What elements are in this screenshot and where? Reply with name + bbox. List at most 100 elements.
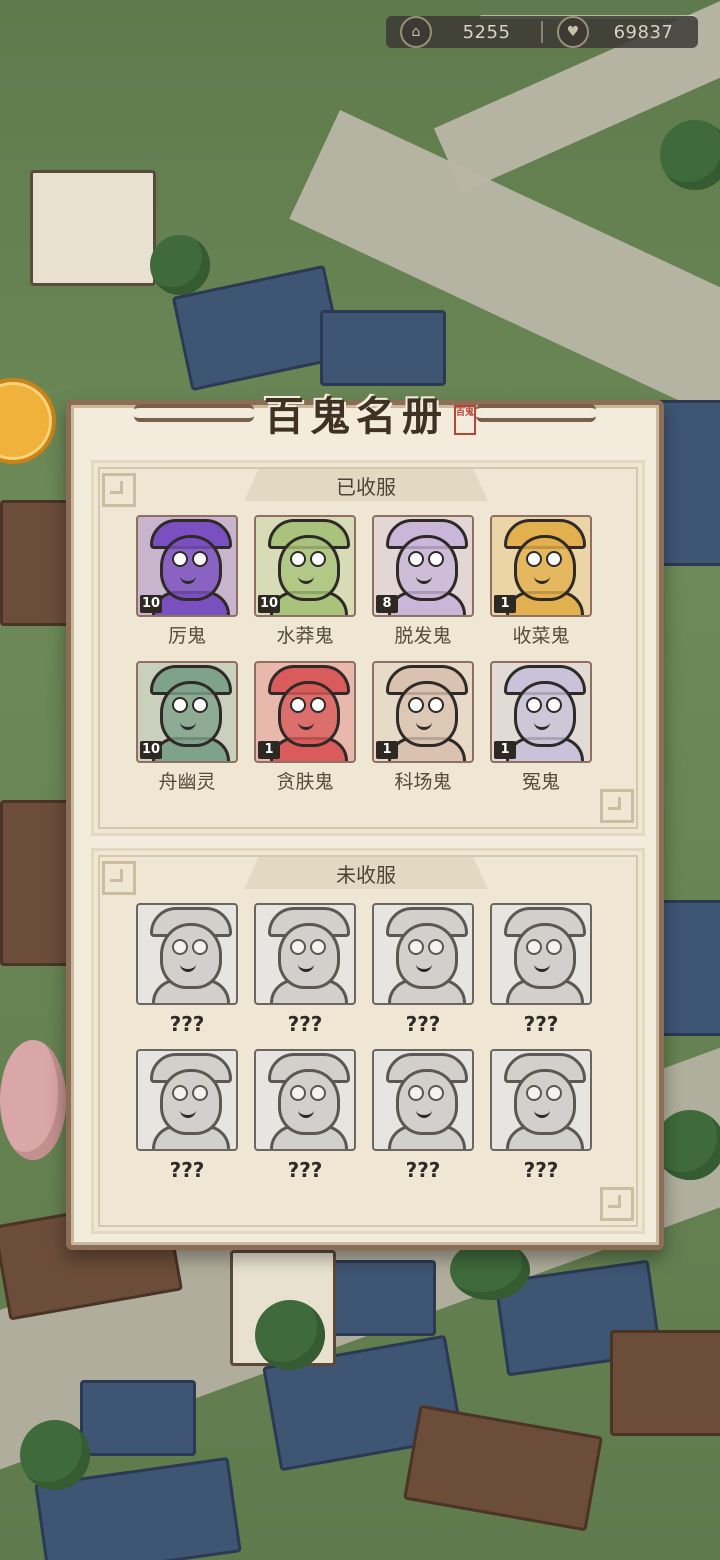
uncollected-section: 未收服 ???????????????????????? [91,848,645,1234]
portrait-eye [526,939,542,955]
ghost-card[interactable]: 10 水莽鬼 [254,515,356,651]
portrait-eye [546,939,562,955]
portrait-eye [172,551,188,567]
portrait-face [278,681,340,747]
cloud-ornament-left [134,404,254,422]
unknown-ghost-name: ??? [405,1012,441,1036]
currency-pavilion[interactable]: ⌂ 5255 [386,16,541,48]
ghost-level-badge: 8 [376,595,398,613]
collected-header: 已收服 [244,469,488,501]
portrait-eye [290,939,306,955]
cloud-ornament-right [476,404,596,422]
building-roof[interactable] [80,1380,196,1456]
ghost-portrait: 10 [254,515,356,617]
ghost-name: 冤鬼 [521,771,560,793]
locked-ghost-portrait [490,1049,592,1151]
portrait-eye [290,1085,306,1101]
portrait-eye [526,697,542,713]
ghost-card[interactable]: 1 收菜鬼 [490,515,592,651]
unknown-ghost-name: ??? [405,1158,441,1182]
portrait-face [278,1069,340,1135]
portrait-eye [408,1085,424,1101]
currency-heart-value: 69837 [613,21,674,43]
currency-heart[interactable]: ♥ 69837 [543,16,698,48]
unknown-ghost-name: ??? [169,1012,205,1036]
uncollected-ghost-card[interactable]: ??? [372,1049,474,1185]
unknown-ghost-name: ??? [287,1012,323,1036]
uncollected-ghost-card[interactable]: ??? [136,1049,238,1185]
building-roof[interactable] [0,800,72,966]
building[interactable] [30,170,156,286]
portrait-eye [310,551,326,567]
unknown-ghost-name: ??? [169,1158,205,1182]
portrait-eye [546,697,562,713]
portrait-eye [172,697,188,713]
portrait-eye [192,551,208,567]
ghost-level-badge: 10 [258,595,281,613]
blossom-tree [0,1040,66,1160]
building-roof[interactable] [610,1330,720,1436]
ghost-level-badge: 10 [140,595,163,613]
portrait-eye [192,697,208,713]
corner-ornament [102,861,136,895]
uncollected-ghost-card[interactable]: ??? [254,903,356,1039]
portrait-face [160,535,222,601]
portrait-eye [172,939,188,955]
corner-ornament [600,1187,634,1221]
portrait-eye [310,697,326,713]
ghost-portrait: 10 [136,661,238,763]
tree [150,235,210,295]
ghost-card[interactable]: 1 冤鬼 [490,661,592,797]
locked-ghost-portrait [372,903,474,1005]
ghost-card[interactable]: 8 脱发鬼 [372,515,474,651]
ghost-name: 舟幽灵 [158,771,216,793]
portrait-eye [192,1085,208,1101]
locked-ghost-portrait [254,1049,356,1151]
building-roof[interactable] [320,310,446,386]
ghost-portrait: 1 [372,661,474,763]
ghost-name: 收菜鬼 [512,625,570,647]
portrait-face [160,923,222,989]
portrait-eye [546,551,562,567]
ghost-level-badge: 10 [140,741,163,759]
portrait-eye [310,939,326,955]
portrait-face [514,535,576,601]
ghost-portrait: 8 [372,515,474,617]
resource-bar: ⌂ 5255 ♥ 69837 [386,16,698,48]
ghost-card[interactable]: 10 厉鬼 [136,515,238,651]
seal-stamp: 百鬼 [454,405,476,435]
portrait-eye [310,1085,326,1101]
portrait-face [514,1069,576,1135]
ghost-registry-modal: 百鬼名册 百鬼 已收服 10 厉鬼 10 水莽鬼 8 脱发鬼 1 收菜鬼 10 舟幽灵 1 贪肤鬼 1 科… [66,393,664,1250]
portrait-face [278,535,340,601]
ghost-portrait: 1 [254,661,356,763]
uncollected-ghost-card[interactable]: ??? [372,903,474,1039]
uncollected-ghost-card[interactable]: ??? [490,903,592,1039]
portrait-eye [428,939,444,955]
portrait-face [514,681,576,747]
portrait-eye [290,551,306,567]
ghost-name: 脱发鬼 [394,625,452,647]
locked-ghost-portrait [372,1049,474,1151]
tree [255,1300,325,1370]
portrait-face [396,923,458,989]
portrait-eye [192,939,208,955]
portrait-eye [546,1085,562,1101]
portrait-eye [526,551,542,567]
collected-section: 已收服 10 厉鬼 10 水莽鬼 8 脱发鬼 1 收菜鬼 10 舟幽灵 1 贪肤鬼 1 科场鬼 1 冤鬼 [91,460,645,836]
modal-title-bar: 百鬼名册 百鬼 [71,383,659,443]
unknown-ghost-name: ??? [523,1012,559,1036]
ghost-level-badge: 1 [494,595,516,613]
uncollected-ghost-card[interactable]: ??? [136,903,238,1039]
building-roof[interactable] [330,1260,436,1336]
ghost-card[interactable]: 1 科场鬼 [372,661,474,797]
ghost-card[interactable]: 1 贪肤鬼 [254,661,356,797]
building-roof[interactable] [0,500,72,626]
uncollected-ghost-card[interactable]: ??? [490,1049,592,1185]
collected-grid: 10 厉鬼 10 水莽鬼 8 脱发鬼 1 收菜鬼 10 舟幽灵 1 贪肤鬼 1 科场鬼 1 冤鬼 [136,515,604,797]
portrait-face [396,681,458,747]
portrait-eye [290,697,306,713]
ghost-card[interactable]: 10 舟幽灵 [136,661,238,797]
uncollected-ghost-card[interactable]: ??? [254,1049,356,1185]
uncollected-header: 未收服 [244,857,488,889]
